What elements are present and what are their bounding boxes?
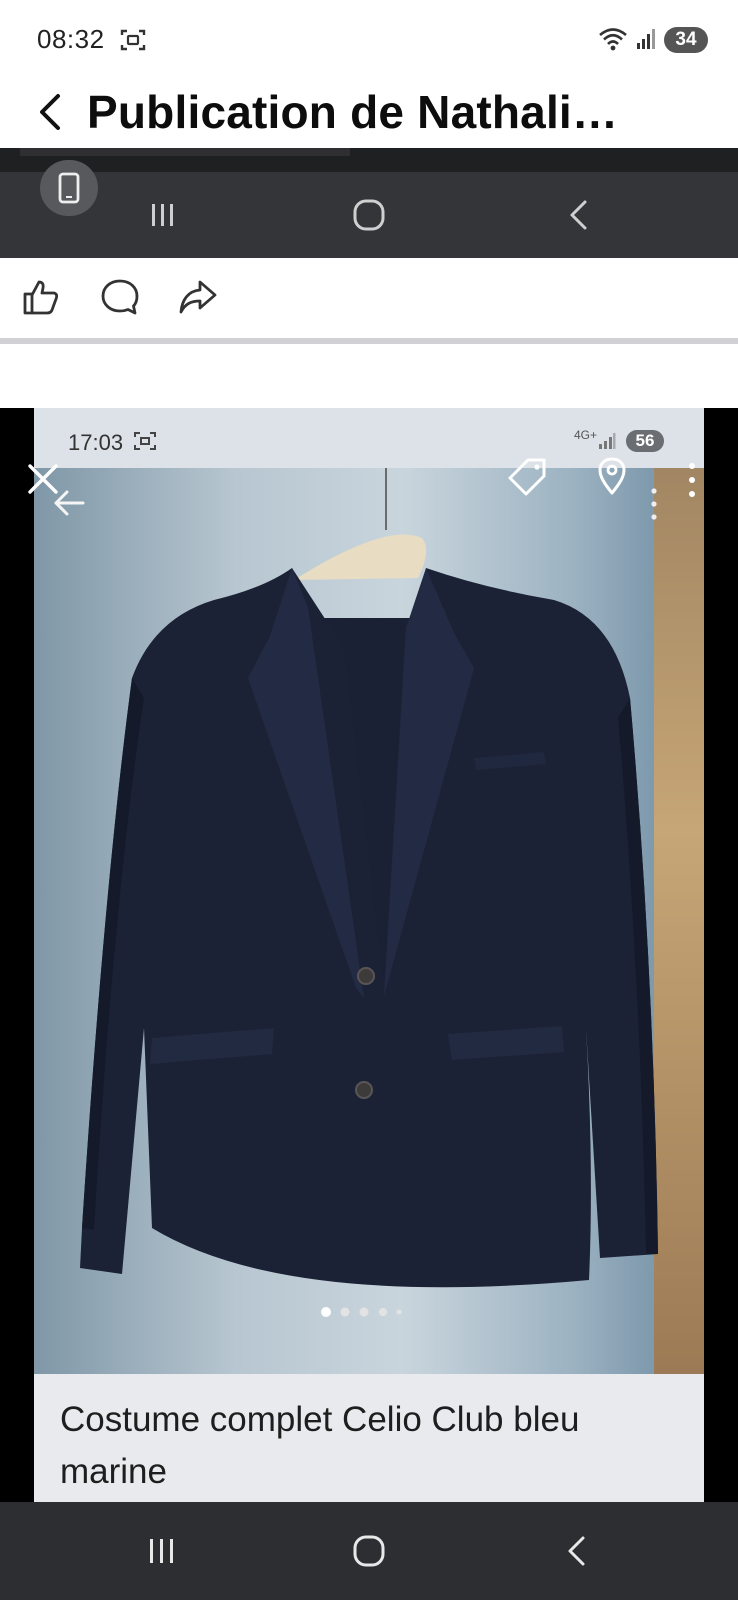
listing-caption-panel: Costume complet Celio Club bleu marine bbox=[34, 1374, 704, 1502]
navy-suit-jacket-image bbox=[80, 468, 658, 1317]
divider bbox=[0, 338, 738, 344]
system-nav-bar bbox=[0, 1502, 738, 1600]
embedded-nav-bar bbox=[0, 172, 738, 258]
back-icon bbox=[570, 200, 587, 230]
recents-icon[interactable] bbox=[146, 1536, 178, 1566]
tag-icon[interactable] bbox=[506, 456, 550, 496]
rotate-screen-button bbox=[40, 160, 98, 216]
recents-icon bbox=[152, 204, 173, 226]
back-button[interactable] bbox=[30, 88, 70, 136]
share-icon[interactable] bbox=[178, 278, 218, 316]
embedded-network-label: 4G+ bbox=[574, 428, 598, 442]
screen-record-icon bbox=[120, 29, 146, 51]
embedded-battery: 56 bbox=[626, 430, 664, 452]
listing-title: Costume complet Celio Club bleu marine bbox=[60, 1400, 580, 1491]
app-header: Publication de Nathali… bbox=[0, 80, 738, 148]
page-title: Publication de Nathali… bbox=[87, 86, 619, 138]
comment-icon[interactable] bbox=[100, 278, 140, 316]
like-icon[interactable] bbox=[22, 278, 60, 316]
wifi-icon bbox=[599, 28, 627, 51]
back-icon[interactable] bbox=[562, 1534, 592, 1568]
post-photo[interactable]: 17:03 4G+ 56 Costume complet Celio Club … bbox=[34, 408, 704, 1502]
signal-icon bbox=[637, 29, 655, 49]
signal-icon bbox=[599, 433, 616, 449]
status-bar: 08:32 34 bbox=[0, 0, 738, 80]
status-time: 08:32 bbox=[37, 24, 105, 54]
screen-record-icon bbox=[134, 432, 156, 450]
location-icon[interactable] bbox=[596, 456, 628, 496]
phone-rotate-icon bbox=[58, 172, 80, 204]
embedded-cropped-text bbox=[20, 148, 350, 156]
more-options-icon[interactable] bbox=[686, 460, 698, 500]
embedded-screenshot-top bbox=[0, 148, 738, 258]
post-action-bar bbox=[0, 258, 738, 338]
battery-indicator: 34 bbox=[664, 27, 708, 53]
embedded-status-time: 17:03 bbox=[68, 430, 124, 455]
home-icon[interactable] bbox=[352, 1534, 386, 1568]
home-icon bbox=[353, 199, 385, 231]
close-icon[interactable] bbox=[26, 462, 60, 496]
